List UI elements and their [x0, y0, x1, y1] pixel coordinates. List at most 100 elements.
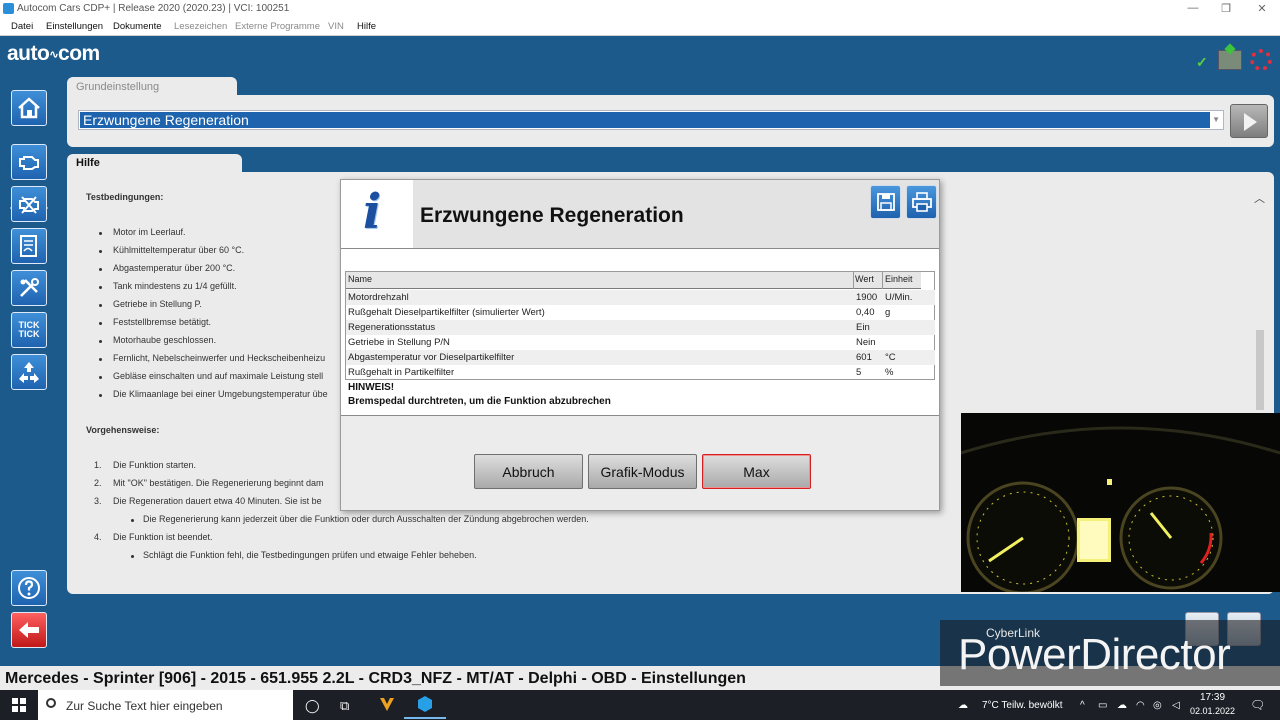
step-text: Die Funktion starten.: [113, 460, 197, 470]
table-row: Abgastemperatur vor Dieselpartikelfilter…: [346, 350, 935, 365]
function-select[interactable]: Erzwungene Regeneration ▼: [78, 110, 1224, 130]
menu-vin[interactable]: VIN: [328, 21, 344, 32]
cell-value: 1900: [856, 292, 878, 303]
minimize-button[interactable]: —: [1183, 2, 1203, 14]
menu-datei[interactable]: Datei: [11, 21, 33, 32]
bullet: [99, 358, 102, 361]
window-titlebar: Autocom Cars CDP+ | Release 2020 (2020.2…: [0, 0, 1280, 18]
column-divider: [853, 272, 854, 289]
adjustments-button[interactable]: [11, 270, 47, 306]
cancel-button[interactable]: Abbruch: [474, 454, 583, 489]
wifi-icon[interactable]: ◠: [1136, 700, 1145, 711]
volume-icon[interactable]: ◁: [1172, 700, 1180, 711]
engine-button[interactable]: [11, 144, 47, 180]
condition-item: Motor im Leerlauf.: [113, 227, 186, 237]
autocom-app-icon[interactable]: [378, 695, 396, 713]
step-text: Die Funktion ist beendet.: [113, 532, 213, 542]
cell-value: 0,40: [856, 307, 875, 318]
home-button[interactable]: [11, 90, 47, 126]
service-reset-button[interactable]: [11, 354, 47, 390]
menu-einstellungen[interactable]: Einstellungen: [46, 21, 103, 32]
condition-item: Getriebe in Stellung P.: [113, 299, 202, 309]
autocom-logo: auto∿com: [7, 42, 100, 65]
save-icon: [876, 193, 895, 211]
menu-dokumente[interactable]: Dokumente: [113, 21, 162, 32]
hint-title: HINWEIS!: [348, 382, 395, 393]
dialog-header: i Erzwungene Regeneration: [341, 180, 939, 248]
help-button[interactable]: [11, 570, 47, 606]
activity-spinner-icon: [1250, 49, 1272, 71]
dashboard-video-overlay: [961, 413, 1280, 592]
graph-mode-button[interactable]: Grafik-Modus: [588, 454, 697, 489]
window-title: Autocom Cars CDP+ | Release 2020 (2020.2…: [17, 3, 290, 14]
fault-codes-button[interactable]: [11, 186, 47, 222]
live-data-button[interactable]: [11, 228, 47, 264]
instrument-cluster-image: [961, 413, 1280, 592]
bullet: [131, 555, 134, 558]
bullet: [99, 376, 102, 379]
menu-lesezeichen[interactable]: Lesezeichen: [174, 21, 227, 32]
scroll-up-icon[interactable]: ︿: [1254, 190, 1265, 206]
condition-item: Die Klimaanlage bei einer Umgebungstempe…: [113, 389, 328, 399]
column-header-name: Name: [348, 274, 373, 284]
cell-name: Abgastemperatur vor Dieselpartikelfilter: [348, 352, 515, 363]
cell-unit: %: [885, 367, 894, 378]
cortana-icon[interactable]: ◯: [305, 698, 320, 714]
step-sub-text: Schlägt die Funktion fehl, die Testbedin…: [143, 550, 477, 560]
table-row: Rußgehalt in Partikelfilter 5 %: [346, 365, 935, 380]
task-view-icon[interactable]: ⧉: [340, 698, 349, 714]
connection-check-icon: ✓: [1196, 54, 1208, 70]
vci-status-icon[interactable]: [1218, 50, 1242, 70]
cell-name: Rußgehalt Dieselpartikelfilter (simulier…: [348, 307, 545, 318]
bullet: [99, 304, 102, 307]
cell-value: Ein: [856, 322, 870, 333]
condition-item: Kühlmitteltemperatur über 60 °C.: [113, 245, 245, 255]
search-icon: [46, 698, 56, 708]
step-number: 4.: [94, 532, 102, 542]
table-row: Getriebe in Stellung P/N Nein: [346, 335, 935, 350]
app-hex-icon[interactable]: [404, 695, 446, 719]
globe-icon[interactable]: ◎: [1153, 700, 1162, 711]
table-row: Motordrehzahl 1900 U/Min.: [346, 290, 935, 305]
weather-icon[interactable]: ☁: [958, 700, 968, 711]
tools-icon: [20, 278, 39, 297]
weather-text[interactable]: 7°C Teilw. bewölkt: [982, 700, 1063, 711]
cell-name: Getriebe in Stellung P/N: [348, 337, 450, 348]
condition-item: Gebläse einschalten und auf maximale Lei…: [113, 371, 324, 381]
menu-hilfe[interactable]: Hilfe: [357, 21, 376, 32]
print-button[interactable]: [906, 185, 937, 219]
chevron-down-icon[interactable]: ▼: [1212, 115, 1220, 124]
notification-icon[interactable]: 🗨: [1250, 698, 1265, 712]
condition-item: Tank mindestens zu 1/4 gefüllt.: [113, 281, 237, 291]
printer-icon: [911, 192, 932, 212]
close-button[interactable]: ✕: [1252, 2, 1272, 15]
help-scrollbar[interactable]: [1256, 330, 1264, 410]
engine-icon: [19, 156, 39, 170]
cell-unit: U/Min.: [885, 292, 913, 303]
chevron-up-icon[interactable]: ^: [1080, 700, 1085, 711]
maximize-button[interactable]: ❐: [1216, 2, 1236, 15]
network-icon[interactable]: ▭: [1098, 700, 1107, 711]
condition-item: Fernlicht, Nebelscheinwerfer und Hecksch…: [113, 353, 326, 363]
step-number: 1.: [94, 460, 102, 470]
save-button[interactable]: [870, 185, 901, 219]
bullet: [99, 250, 102, 253]
app-icon: [3, 3, 14, 14]
test-conditions-heading: Testbedingungen:: [86, 192, 164, 202]
cell-name: Motordrehzahl: [348, 292, 409, 303]
step-text: Mit "OK" bestätigen. Die Regenerierung b…: [113, 478, 324, 488]
taskbar-search-box[interactable]: Zur Suche Text hier eingeben: [38, 690, 293, 720]
table-row: Rußgehalt Dieselpartikelfilter (simulier…: [346, 305, 935, 320]
cloud-icon[interactable]: ☁: [1117, 700, 1127, 711]
column-divider: [882, 272, 883, 289]
cell-value: 601: [856, 352, 872, 363]
clock-date[interactable]: 02.01.2022: [1190, 706, 1235, 716]
clock-time[interactable]: 17:39: [1200, 692, 1225, 703]
tick-tick-button[interactable]: TICK TICK: [11, 312, 47, 348]
menu-externe-programme[interactable]: Externe Programme: [235, 21, 320, 32]
back-button[interactable]: [11, 612, 47, 648]
start-function-button[interactable]: [1230, 104, 1268, 138]
info-icon-box: i: [341, 180, 413, 248]
max-button[interactable]: Max: [702, 454, 811, 489]
windows-start-icon[interactable]: [12, 698, 26, 712]
